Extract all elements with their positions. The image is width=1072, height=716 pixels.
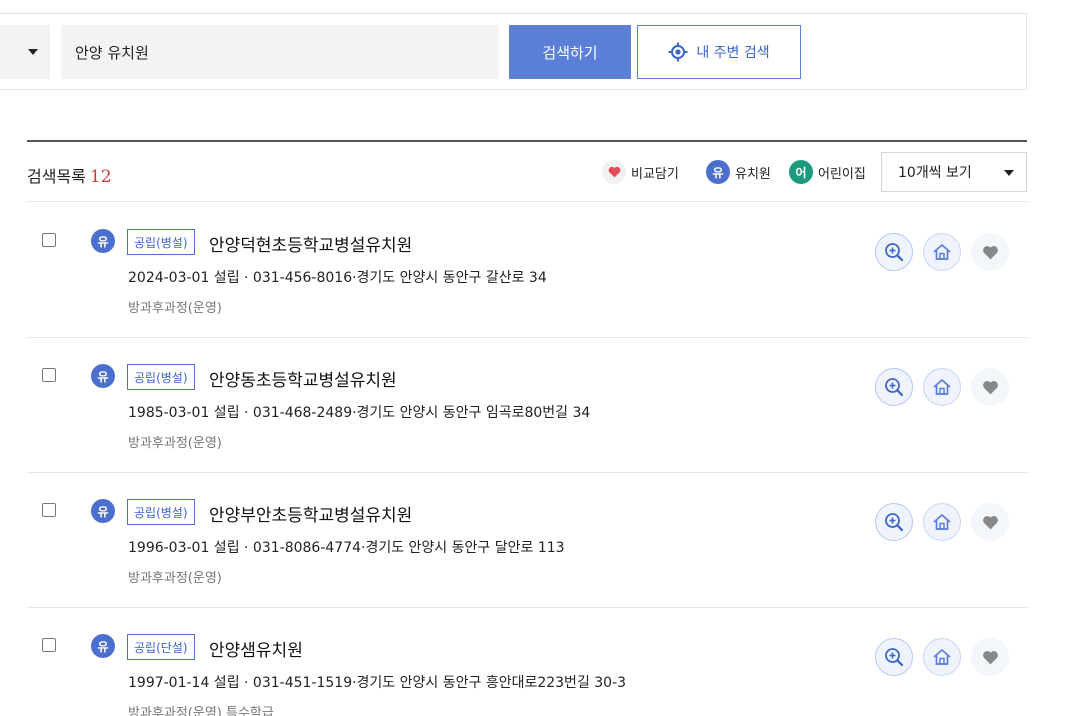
legend-compare-label: 비교담기 — [631, 166, 679, 182]
heart-icon[interactable] — [971, 368, 1009, 406]
list-item: 유 공립(병설) 안양부안초등학교병설유치원 1996-03-01 설립 · 0… — [27, 473, 1027, 608]
search-input[interactable] — [61, 25, 499, 79]
kindergarten-badge-icon: 유 — [91, 364, 115, 388]
nearby-search-label: 내 주변 검색 — [696, 45, 770, 61]
facility-name[interactable]: 안양동초등학교병설유치원 — [209, 366, 397, 391]
legend-kindergarten: 유 유치원 — [706, 160, 771, 184]
facility-name[interactable]: 안양덕현초등학교병설유치원 — [209, 231, 412, 256]
item-actions — [875, 233, 1009, 271]
nearby-search-button[interactable]: 내 주변 검색 — [637, 25, 801, 79]
list-header: 검색목록 12 비교담기 유 유치원 어 어린이집 10개씩 보기 — [27, 142, 1027, 202]
legend-compare: 비교담기 — [602, 160, 679, 184]
legend-kindergarten-label: 유치원 — [735, 166, 771, 182]
establishment-tag: 공립(병설) — [127, 364, 195, 390]
item-actions — [875, 503, 1009, 541]
home-icon[interactable] — [923, 638, 961, 676]
facility-extra: 방과후과정(운영) — [128, 301, 222, 316]
kindergarten-badge-icon: 유 — [706, 160, 730, 184]
target-icon — [668, 42, 688, 62]
home-icon[interactable] — [923, 368, 961, 406]
result-count: 12 — [89, 167, 112, 187]
compare-checkbox[interactable] — [42, 233, 56, 247]
home-icon[interactable] — [923, 233, 961, 271]
daycare-badge-icon: 어 — [789, 160, 813, 184]
facility-extra: 방과후과정(운영) 특수학급 — [128, 706, 274, 716]
heart-icon[interactable] — [971, 233, 1009, 271]
compare-checkbox[interactable] — [42, 638, 56, 652]
item-actions — [875, 368, 1009, 406]
heart-icon[interactable] — [971, 503, 1009, 541]
facility-extra: 방과후과정(운영) — [128, 571, 222, 586]
zoom-in-icon[interactable] — [875, 638, 913, 676]
facility-name[interactable]: 안양부안초등학교병설유치원 — [209, 501, 412, 526]
establishment-tag: 공립(병설) — [127, 499, 195, 525]
facility-extra: 방과후과정(운영) — [128, 436, 222, 451]
search-button[interactable]: 검색하기 — [509, 25, 631, 79]
facility-name[interactable]: 안양샘유치원 — [209, 636, 303, 661]
list-title-label: 검색목록 — [27, 167, 86, 186]
list-item: 유 공립(단설) 안양샘유치원 1997-01-14 설립 · 031-451-… — [27, 608, 1027, 716]
kindergarten-badge-icon: 유 — [91, 229, 115, 253]
compare-checkbox[interactable] — [42, 503, 56, 517]
kindergarten-badge-icon: 유 — [91, 499, 115, 523]
item-actions — [875, 638, 1009, 676]
list-item: 유 공립(병설) 안양덕현초등학교병설유치원 2024-03-01 설립 · 0… — [27, 203, 1027, 338]
legend-daycare: 어 어린이집 — [789, 160, 866, 184]
search-bar: 검색하기 내 주변 검색 — [0, 13, 1027, 90]
chevron-down-icon — [1004, 170, 1014, 176]
region-select[interactable] — [0, 25, 50, 79]
zoom-in-icon[interactable] — [875, 368, 913, 406]
heart-icon — [602, 160, 626, 184]
facility-info: 2024-03-01 설립 · 031-456-8016·경기도 안양시 동안구… — [128, 270, 547, 286]
list-title: 검색목록 12 — [27, 163, 112, 187]
facility-info: 1985-03-01 설립 · 031-468-2489·경기도 안양시 동안구… — [128, 405, 591, 421]
compare-checkbox[interactable] — [42, 368, 56, 382]
legend-daycare-label: 어린이집 — [818, 166, 866, 182]
establishment-tag: 공립(병설) — [127, 229, 195, 255]
establishment-tag: 공립(단설) — [127, 634, 195, 660]
per-page-select[interactable]: 10개씩 보기 — [881, 152, 1027, 192]
chevron-down-icon — [28, 49, 38, 55]
kindergarten-badge-icon: 유 — [91, 634, 115, 658]
facility-info: 1997-01-14 설립 · 031-451-1519·경기도 안양시 동안구… — [128, 675, 627, 691]
zoom-in-icon[interactable] — [875, 233, 913, 271]
per-page-label: 10개씩 보기 — [898, 165, 972, 181]
zoom-in-icon[interactable] — [875, 503, 913, 541]
facility-info: 1996-03-01 설립 · 031-8086-4774·경기도 안양시 동안… — [128, 540, 565, 556]
home-icon[interactable] — [923, 503, 961, 541]
list-item: 유 공립(병설) 안양동초등학교병설유치원 1985-03-01 설립 · 03… — [27, 338, 1027, 473]
heart-icon[interactable] — [971, 638, 1009, 676]
